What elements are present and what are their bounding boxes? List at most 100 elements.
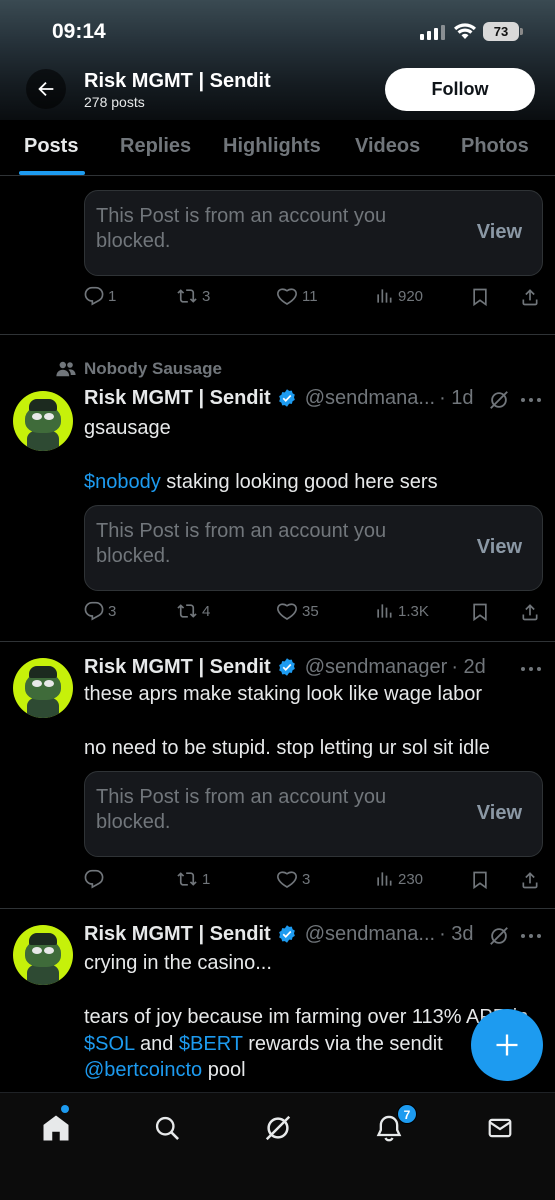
post-count: 278 posts [84, 94, 145, 110]
follow-button[interactable]: Follow [385, 68, 535, 111]
more-options-icon[interactable] [520, 393, 542, 407]
nav-grok[interactable] [261, 1111, 295, 1145]
author-handle[interactable]: @sendmana... [305, 387, 435, 410]
post-text: @bertcoincto pool [84, 1059, 246, 1081]
post-item[interactable]: Risk MGMT | Sendit @sendmana... · 3d cry… [0, 909, 555, 1092]
views-button[interactable]: 920 [374, 286, 423, 306]
profile-tabs: Posts Replies Highlights Videos Photos [0, 120, 555, 176]
reply-icon [84, 601, 104, 621]
like-button[interactable]: 3 [276, 869, 310, 889]
bookmark-button[interactable] [470, 601, 494, 623]
author-name[interactable]: Risk MGMT | Sendit [84, 387, 271, 410]
view-blocked-post-button[interactable]: View [477, 536, 522, 559]
view-count: 920 [398, 287, 424, 305]
post-text: gsausage [84, 417, 171, 439]
verified-badge-icon [278, 925, 295, 943]
share-button[interactable] [520, 869, 544, 891]
avatar[interactable] [13, 391, 73, 451]
post-text: these aprs make staking look like wage l… [84, 683, 482, 705]
reply-button[interactable]: 3 [84, 601, 116, 621]
blocked-post-card: This Post is from an account you blocked… [84, 771, 543, 857]
blocked-post-text: This Post is from an account you blocked… [96, 786, 387, 833]
back-button[interactable] [26, 69, 66, 109]
bookmark-button[interactable] [470, 286, 494, 308]
cellular-signal-icon [420, 24, 445, 40]
views-button[interactable]: 1.3K [374, 601, 429, 621]
verified-badge-icon [278, 389, 295, 407]
post-text: $nobody staking looking good here sers [84, 471, 438, 493]
share-icon [522, 604, 538, 621]
like-count: 3 [302, 870, 311, 888]
post-text: tears of joy because im farming over 113… [84, 1006, 529, 1028]
battery-indicator: 73 [483, 22, 523, 41]
heart-icon [277, 603, 297, 620]
blocked-post-text: This Post is from an account you blocked… [96, 520, 387, 567]
repost-button[interactable]: 4 [176, 601, 210, 621]
bookmark-button[interactable] [470, 869, 494, 891]
grok-icon[interactable] [488, 925, 510, 947]
bookmark-icon [473, 871, 487, 890]
reply-count: 3 [108, 602, 117, 620]
view-count: 1.3K [398, 602, 429, 620]
grok-icon [265, 1115, 291, 1141]
cashtag-link[interactable]: $nobody [84, 471, 161, 493]
bottom-navigation: 7 [0, 1092, 555, 1200]
view-blocked-post-button[interactable]: View [477, 221, 522, 244]
avatar[interactable] [13, 925, 73, 985]
tab-highlights[interactable]: Highlights [223, 135, 321, 158]
home-unread-dot [61, 1105, 69, 1113]
post-time: · 2d [451, 655, 486, 678]
post-actions: 3 4 35 1.3K [84, 601, 544, 625]
cashtag-link[interactable]: $SOL [84, 1033, 134, 1055]
reply-button[interactable]: 1 [84, 286, 116, 306]
nav-search[interactable] [150, 1111, 184, 1145]
social-context: Nobody Sausage [56, 359, 222, 379]
view-count: 230 [398, 870, 424, 888]
like-button[interactable]: 35 [276, 601, 319, 621]
compose-post-button[interactable] [471, 1009, 543, 1081]
author-name[interactable]: Risk MGMT | Sendit [84, 656, 271, 679]
repost-button[interactable]: 1 [176, 869, 210, 889]
nav-messages[interactable] [483, 1111, 517, 1145]
tab-videos[interactable]: Videos [355, 135, 420, 158]
tab-replies[interactable]: Replies [120, 135, 191, 158]
mention-link[interactable]: @bertcoincto [84, 1059, 202, 1081]
avatar[interactable] [13, 658, 73, 718]
post-item[interactable]: Nobody Sausage Risk MGMT | Sendit @sendm… [0, 335, 555, 641]
share-button[interactable] [520, 286, 544, 308]
share-icon [522, 872, 538, 889]
repost-icon [177, 604, 197, 618]
reply-button[interactable] [84, 869, 108, 889]
tab-posts[interactable]: Posts [24, 135, 78, 158]
bookmark-icon [473, 603, 487, 622]
plus-icon [496, 1034, 518, 1056]
post-item[interactable]: Risk MGMT | Sendit @sendmanager · 2d the… [0, 642, 555, 908]
grok-icon[interactable] [488, 389, 510, 411]
more-options-icon[interactable] [520, 662, 542, 676]
post-text: $SOL and $BERT rewards via the sendit [84, 1033, 443, 1055]
blocked-post-card: This Post is from an account you blocked… [84, 505, 543, 591]
post-header: Risk MGMT | Sendit @sendmana... · 3d [84, 921, 474, 947]
profile-title: Risk MGMT | Sendit [84, 70, 271, 92]
blocked-post-card: This Post is from an account you blocked… [84, 190, 543, 276]
like-button[interactable]: 11 [276, 286, 318, 306]
nav-home[interactable] [39, 1111, 73, 1145]
post-item[interactable]: This Post is from an account you blocked… [0, 176, 555, 334]
view-blocked-post-button[interactable]: View [477, 802, 522, 825]
share-button[interactable] [520, 601, 544, 623]
posts-feed[interactable]: This Post is from an account you blocked… [0, 176, 555, 1092]
status-time: 09:14 [52, 20, 106, 43]
cashtag-link[interactable]: $BERT [179, 1033, 243, 1055]
repost-button[interactable]: 3 [176, 286, 210, 306]
social-context-label: Nobody Sausage [84, 359, 222, 378]
repost-count: 4 [202, 602, 211, 620]
more-options-icon[interactable] [520, 929, 542, 943]
tab-photos[interactable]: Photos [461, 135, 529, 158]
author-name[interactable]: Risk MGMT | Sendit [84, 923, 271, 946]
author-handle[interactable]: @sendmanager [305, 656, 448, 679]
heart-icon [277, 871, 297, 888]
views-chart-icon [377, 604, 392, 618]
blocked-post-text: This Post is from an account you blocked… [96, 205, 387, 252]
views-button[interactable]: 230 [374, 869, 423, 889]
author-handle[interactable]: @sendmana... [305, 923, 435, 946]
